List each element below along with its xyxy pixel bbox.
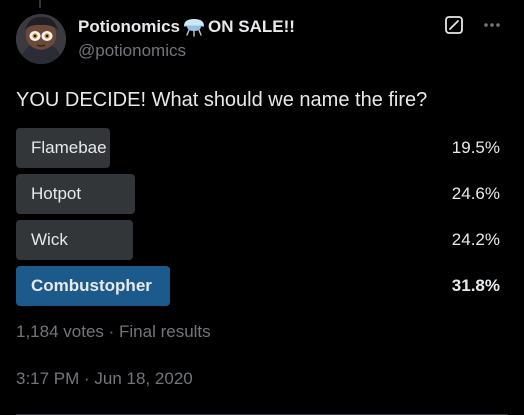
poll-option-percent: 19.5%: [451, 138, 500, 157]
thread-connector-line: [39, 0, 41, 8]
more-icon[interactable]: [482, 15, 502, 35]
poll-option-label: Flamebae: [31, 138, 107, 157]
poll: Flamebae 19.5% Hotpot 24.6% Wick 24.2% C…: [16, 128, 500, 312]
poll-option-label: Combustopher: [31, 276, 152, 295]
avatar-image: [16, 14, 66, 64]
post-actions-top: [444, 15, 502, 35]
author-name-suffix: ON SALE!!: [208, 17, 295, 36]
flask-emoji-icon: [181, 17, 207, 37]
post-text: YOU DECIDE! What should we name the fire…: [16, 89, 428, 111]
poll-option-percent: 24.6%: [451, 184, 500, 203]
poll-option-winner: Combustopher 31.8%: [16, 266, 500, 306]
poll-summary: 1,184 votes · Final results: [16, 322, 211, 341]
poll-option-label: Hotpot: [31, 184, 82, 203]
grok-icon[interactable]: [444, 15, 464, 35]
poll-option: Hotpot 24.6%: [16, 174, 500, 214]
avatar[interactable]: [16, 14, 66, 64]
poll-option-percent: 31.8%: [451, 276, 500, 295]
poll-option: Flamebae 19.5%: [16, 128, 500, 168]
author-display-name[interactable]: Potionomics: [78, 17, 180, 37]
poll-option-label: Wick: [31, 230, 68, 249]
author-handle[interactable]: @potionomics: [78, 40, 524, 62]
poll-option-percent: 24.2%: [451, 230, 500, 249]
poll-option: Wick 24.2%: [16, 220, 500, 260]
post-timestamp[interactable]: 3:17 PM · Jun 18, 2020: [16, 369, 193, 389]
